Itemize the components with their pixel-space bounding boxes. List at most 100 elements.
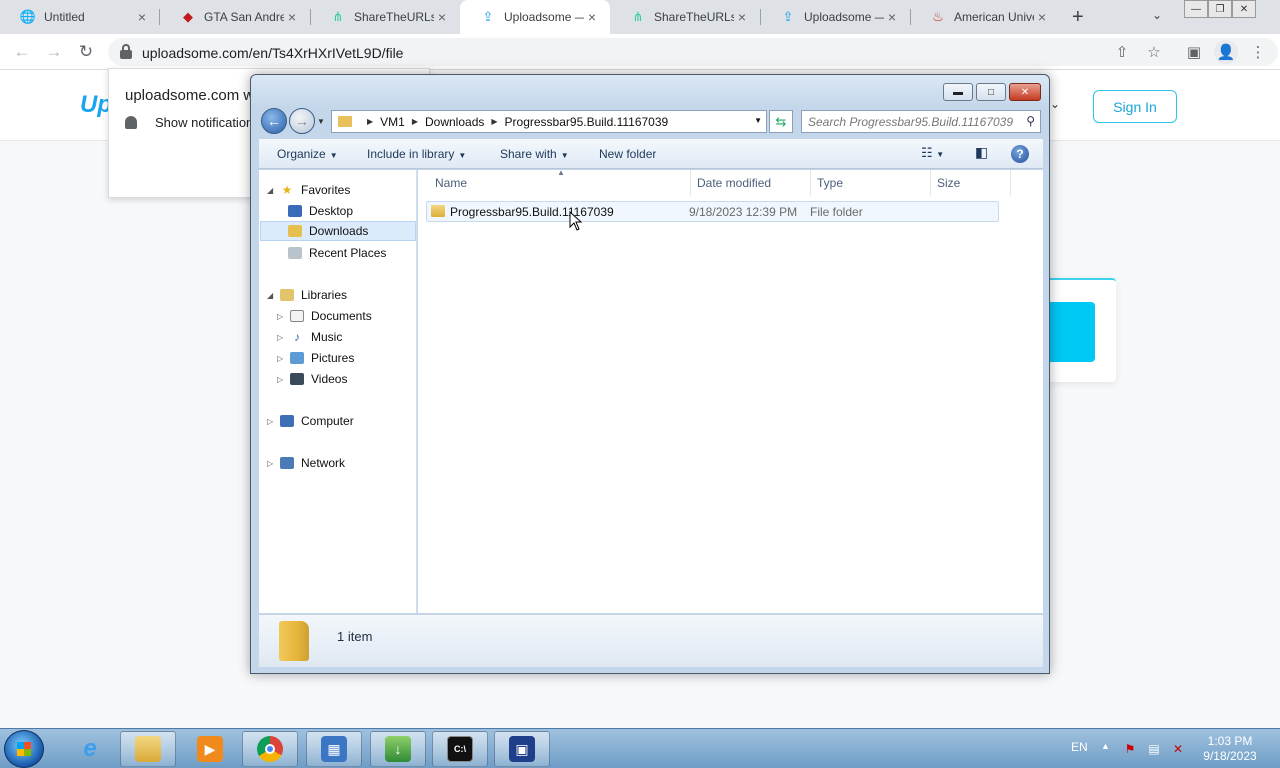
tab-close-icon[interactable]: ×	[584, 9, 600, 25]
file-row[interactable]: Progressbar95.Build.11167039 9/18/2023 1…	[426, 201, 999, 222]
explorer-back-icon[interactable]: ←	[261, 108, 287, 134]
installer-taskbar-button[interactable]: ↓	[370, 731, 426, 767]
upload-card-button[interactable]	[1048, 302, 1095, 362]
tab-close-icon[interactable]: ×	[734, 9, 750, 25]
search-icon[interactable]: ⚲	[1026, 114, 1035, 128]
tab-sharetheurls-2[interactable]: ⋔ ShareTheURLs ×	[610, 0, 760, 34]
explorer-close-icon[interactable]: ✕	[1009, 83, 1041, 101]
tab-american-univ[interactable]: ♨ American Unive ×	[910, 0, 1060, 34]
expand-triangle-icon: ▷	[277, 311, 284, 321]
music-icon: ♪	[294, 330, 300, 344]
tab-uploadsome-2[interactable]: ⇪ Uploadsome — ×	[760, 0, 910, 34]
tab-gta[interactable]: ◆ GTA San Andrea ×	[160, 0, 310, 34]
tab-close-icon[interactable]: ×	[284, 9, 300, 25]
system-clock[interactable]: 1:03 PM 9/18/2023	[1198, 734, 1262, 764]
url-text[interactable]: uploadsome.com/en/Ts4XrHXrIVetL9D/file	[142, 45, 403, 61]
network-tray-icon[interactable]: ▤	[1146, 741, 1162, 757]
show-hidden-icons-icon[interactable]: ▲	[1101, 741, 1110, 751]
explorer-address-bar[interactable]: ▶ VM1 ▶ Downloads ▶ Progressbar95.Build.…	[331, 110, 767, 133]
tab-close-icon[interactable]: ×	[134, 9, 150, 25]
breadcrumb-arrow-icon[interactable]: ▶	[367, 117, 373, 126]
windows-explorer-taskbar-button[interactable]	[120, 731, 176, 767]
new-tab-icon[interactable]: +	[1072, 6, 1084, 29]
breadcrumb-downloads[interactable]: Downloads	[425, 115, 484, 129]
nav-computer[interactable]: ▷ Computer	[267, 411, 354, 431]
tab-close-icon[interactable]: ×	[1034, 9, 1050, 25]
tab-close-icon[interactable]: ×	[884, 9, 900, 25]
tab-close-icon[interactable]: ×	[434, 9, 450, 25]
explorer-forward-icon[interactable]: →	[289, 108, 315, 134]
help-icon[interactable]: ?	[1011, 145, 1029, 163]
column-header-type[interactable]: Type	[811, 170, 931, 196]
explorer-minimize-icon[interactable]: ▬	[943, 83, 973, 101]
language-chevron-icon[interactable]: ⌄	[1050, 97, 1060, 111]
browser-restore-icon[interactable]: ❐	[1208, 0, 1232, 18]
start-button[interactable]	[4, 730, 44, 768]
libraries-icon	[279, 288, 295, 302]
explorer-maximize-icon[interactable]: □	[976, 83, 1006, 101]
reload-icon[interactable]: ↻	[74, 40, 98, 64]
action-center-flag-icon[interactable]: ⚑	[1122, 741, 1138, 757]
preview-pane-icon[interactable]: ◧	[975, 144, 988, 161]
column-header-date[interactable]: Date modified	[691, 170, 811, 196]
lock-icon[interactable]	[120, 44, 132, 59]
nav-documents[interactable]: ▷ Documents	[277, 306, 372, 326]
nav-network[interactable]: ▷ Network	[267, 453, 345, 473]
nav-videos[interactable]: ▷ Videos	[277, 369, 347, 389]
computer-icon	[279, 414, 295, 428]
share-with-menu[interactable]: Share with ▼	[500, 147, 569, 161]
forward-arrow-icon[interactable]: →	[42, 40, 66, 64]
breadcrumb-arrow-icon[interactable]: ▶	[491, 117, 497, 126]
chrome-taskbar-button[interactable]	[242, 731, 298, 767]
explorer-address-row: ← → ▼ ▶ VM1 ▶ Downloads ▶ Progressbar95.…	[259, 107, 1043, 135]
expand-triangle-icon: ▷	[277, 353, 284, 363]
nav-favorites[interactable]: ◢ ★ Favorites	[267, 180, 350, 200]
media-player-taskbar-button[interactable]: ▶	[182, 731, 238, 767]
share-icon: ⋔	[632, 9, 644, 24]
language-indicator[interactable]: EN	[1071, 740, 1088, 754]
file-name[interactable]: Progressbar95.Build.11167039	[450, 205, 614, 219]
column-header-size[interactable]: Size	[931, 170, 1011, 196]
nav-desktop[interactable]: Desktop	[287, 201, 353, 221]
browser-menu-icon[interactable]: ⋮	[1246, 40, 1270, 64]
nav-music[interactable]: ▷ ♪ Music	[277, 327, 342, 347]
tab-search-chevron-icon[interactable]: ⌄	[1152, 8, 1162, 22]
control-panel-taskbar-button[interactable]: ▦	[306, 731, 362, 767]
breadcrumb-vm1[interactable]: VM1	[380, 115, 405, 129]
back-arrow-icon[interactable]: ←	[10, 40, 34, 64]
browser-minimize-icon[interactable]: —	[1184, 0, 1208, 18]
collapse-triangle-icon: ◢	[267, 185, 274, 195]
explorer-refresh-icon[interactable]: ⇆	[769, 110, 793, 133]
breadcrumb-arrow-icon[interactable]: ▶	[412, 117, 418, 126]
tab-sharetheurls-1[interactable]: ⋔ ShareTheURLs ×	[310, 0, 460, 34]
nav-recent-places[interactable]: Recent Places	[287, 243, 386, 263]
bookmark-star-icon[interactable]: ☆	[1142, 40, 1166, 64]
explorer-search-input[interactable]: Search Progressbar95.Build.11167039 ⚲	[801, 110, 1041, 133]
change-view-icon[interactable]: ☷ ▼	[921, 145, 944, 161]
command-prompt-taskbar-button[interactable]: C:\	[432, 731, 488, 767]
browser-close-icon[interactable]: ✕	[1232, 0, 1256, 18]
share-page-icon[interactable]: ⇧	[1110, 40, 1134, 64]
organize-menu[interactable]: Organize ▼	[277, 147, 338, 161]
include-in-library-menu[interactable]: Include in library ▼	[367, 147, 466, 161]
sign-in-button[interactable]: Sign In	[1093, 90, 1177, 123]
nav-pictures[interactable]: ▷ Pictures	[277, 348, 354, 368]
breadcrumb-progressbar95[interactable]: Progressbar95.Build.11167039	[505, 115, 669, 129]
show-notifications-label: Show notifications	[155, 115, 260, 130]
tab-uploadsome-active[interactable]: ⇪ Uploadsome — ×	[460, 0, 610, 34]
tab-untitled[interactable]: 🌐 Untitled ×	[0, 0, 160, 34]
new-folder-button[interactable]: New folder	[599, 147, 656, 161]
side-panel-icon[interactable]: ▣	[1182, 40, 1206, 64]
star-icon: ★	[281, 183, 293, 197]
nav-downloads[interactable]: Downloads	[260, 221, 416, 241]
address-bar[interactable]: uploadsome.com/en/Ts4XrHXrIVetL9D/file ⇧…	[108, 38, 1278, 66]
browser-toolbar: ← → ↻ uploadsome.com/en/Ts4XrHXrIVetL9D/…	[0, 34, 1280, 70]
nav-libraries[interactable]: ◢ Libraries	[267, 285, 347, 305]
profile-avatar-icon[interactable]: 👤	[1214, 40, 1238, 64]
volume-muted-icon[interactable]: ✕	[1170, 741, 1186, 757]
recent-pages-dropdown-icon[interactable]: ▼	[317, 117, 325, 126]
internet-explorer-taskbar-button[interactable]: e	[62, 731, 118, 767]
remote-desktop-taskbar-button[interactable]: ▣	[494, 731, 550, 767]
column-header-name[interactable]: Name ▲	[429, 168, 691, 196]
address-dropdown-icon[interactable]: ▼	[754, 116, 762, 125]
